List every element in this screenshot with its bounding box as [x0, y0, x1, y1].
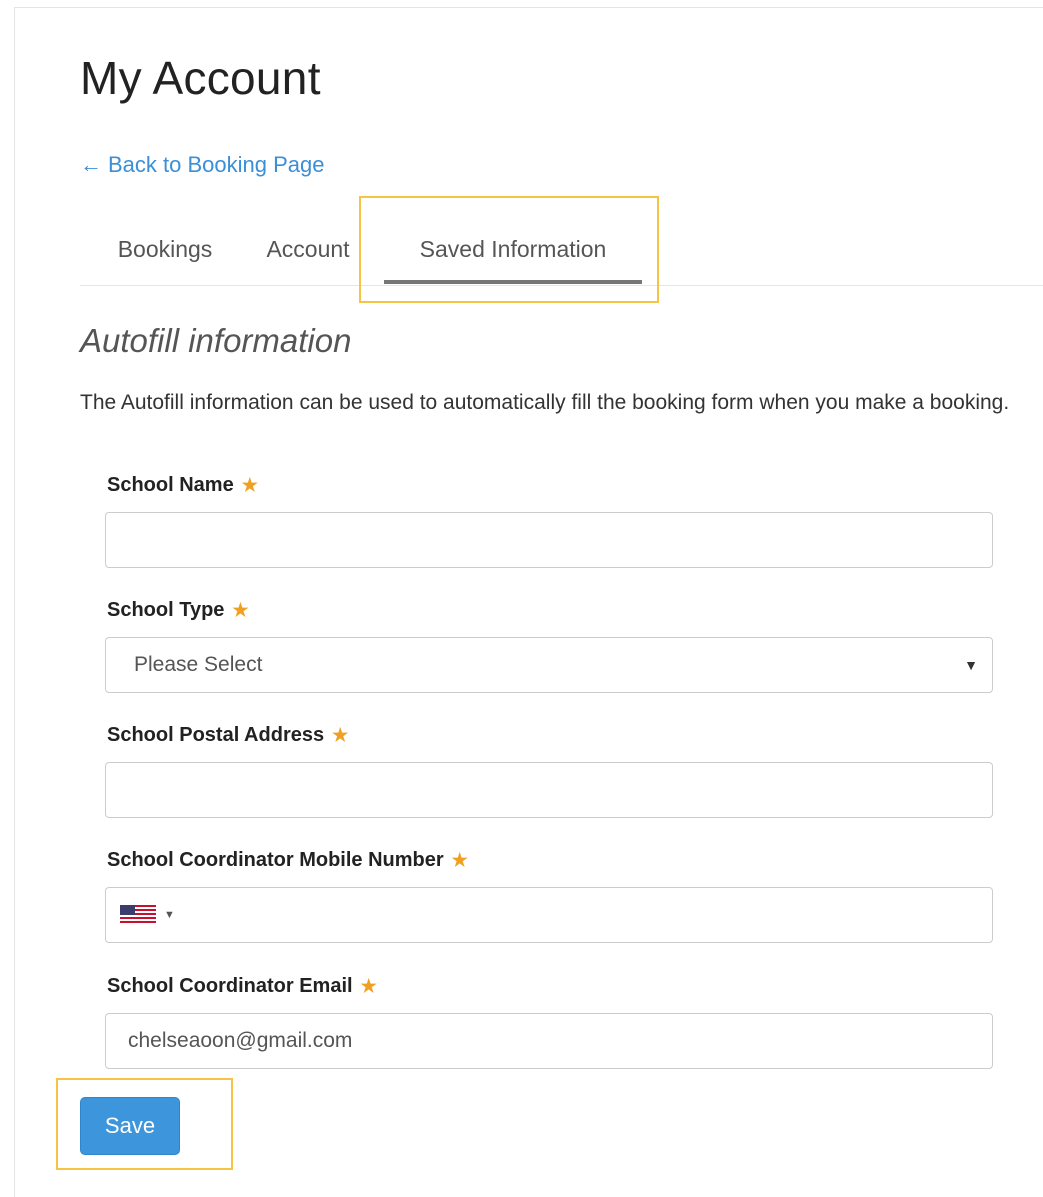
page-title: My Account — [80, 52, 321, 104]
required-star-icon: ★ — [451, 850, 468, 870]
required-star-icon: ★ — [332, 725, 349, 745]
coordinator-mobile-label-text: School Coordinator Mobile Number — [107, 849, 444, 871]
section-description: The Autofill information can be used to … — [80, 391, 1010, 414]
tab-account[interactable]: Account — [244, 215, 372, 283]
coordinator-email-value: chelseaoon@gmail.com — [128, 1029, 353, 1052]
back-link-label: Back to Booking Page — [108, 152, 325, 177]
school-type-selected: Please Select — [134, 653, 263, 676]
school-postal-address-label: School Postal Address ★ — [107, 724, 348, 747]
coordinator-email-label-text: School Coordinator Email — [107, 975, 353, 997]
required-star-icon: ★ — [241, 475, 258, 495]
school-name-label-text: School Name — [107, 474, 234, 496]
coordinator-mobile-input[interactable]: ▼ — [105, 887, 993, 943]
save-button[interactable]: Save — [80, 1097, 180, 1155]
account-tabs: Bookings Account Saved Information — [80, 215, 1043, 286]
arrow-left-icon: ← — [80, 152, 102, 177]
back-to-booking-link[interactable]: ← Back to Booking Page — [80, 152, 324, 178]
school-type-label: School Type ★ — [107, 599, 249, 622]
section-title: Autofill information — [80, 322, 352, 359]
school-postal-address-label-text: School Postal Address — [107, 724, 325, 746]
caret-down-icon: ▼ — [164, 909, 175, 921]
required-star-icon: ★ — [360, 976, 377, 996]
school-postal-address-input[interactable] — [105, 762, 993, 818]
coordinator-email-input[interactable]: chelseaoon@gmail.com — [105, 1013, 993, 1069]
school-name-label: School Name ★ — [107, 474, 258, 497]
school-type-label-text: School Type — [107, 599, 225, 621]
coordinator-email-label: School Coordinator Email ★ — [107, 975, 377, 998]
tab-saved-information[interactable]: Saved Information — [384, 215, 642, 284]
tab-bookings[interactable]: Bookings — [90, 215, 240, 283]
school-type-select[interactable]: Please Select ▼ — [105, 637, 993, 693]
country-code-dropdown[interactable]: ▼ — [120, 905, 175, 925]
school-name-input[interactable] — [105, 512, 993, 568]
coordinator-mobile-label: School Coordinator Mobile Number ★ — [107, 849, 468, 872]
us-flag-icon — [120, 905, 156, 925]
caret-down-icon: ▼ — [964, 657, 978, 673]
required-star-icon: ★ — [232, 600, 249, 620]
